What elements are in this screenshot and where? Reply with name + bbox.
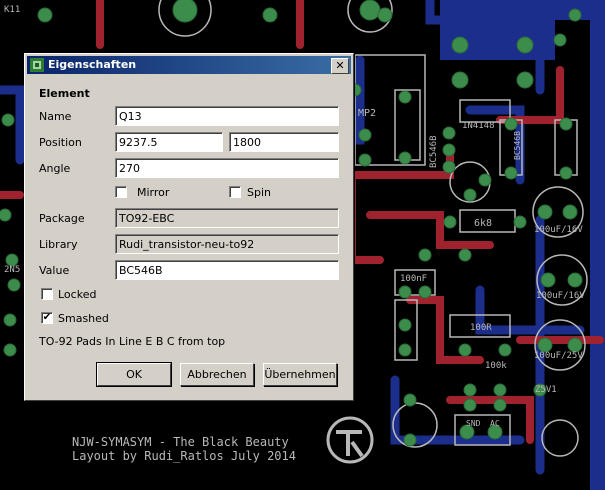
svg-text:100uF/16V: 100uF/16V xyxy=(534,225,583,235)
package-field xyxy=(115,208,339,228)
section-heading-element: Element xyxy=(39,87,90,100)
package-label: Package xyxy=(39,212,85,225)
position-label: Position xyxy=(39,136,82,149)
svg-text:100k: 100k xyxy=(485,361,507,371)
name-input[interactable] xyxy=(115,106,339,126)
mirror-label: Mirror xyxy=(137,186,170,199)
library-label: Library xyxy=(39,238,78,251)
svg-text:1N4148: 1N4148 xyxy=(462,121,495,131)
position-x-input[interactable] xyxy=(115,132,223,152)
value-input[interactable] xyxy=(115,260,339,280)
svg-text:100uF/25V: 100uF/25V xyxy=(534,351,583,361)
close-icon: ✕ xyxy=(335,59,345,72)
name-label: Name xyxy=(39,110,72,123)
dialog-title-bar[interactable]: Eigenschaften ✕ xyxy=(27,56,351,74)
value-label: Value xyxy=(39,264,70,277)
svg-text:K11: K11 xyxy=(4,5,20,15)
angle-label: Angle xyxy=(39,162,71,175)
mirror-checkbox[interactable] xyxy=(115,186,127,198)
svg-text:MP2: MP2 xyxy=(358,108,376,119)
smashed-label: Smashed xyxy=(58,312,109,325)
svg-text:BC546B: BC546B xyxy=(513,131,522,160)
board-title: NJW-SYMASYM - The Black Beauty xyxy=(72,435,289,449)
svg-text:100R: 100R xyxy=(470,323,492,333)
svg-text:AC: AC xyxy=(490,419,500,428)
board-credit: Layout by Rudi_Ratlos July 2014 xyxy=(72,449,296,463)
package-description: TO-92 Pads In Line E B C from top xyxy=(39,335,226,348)
locked-label: Locked xyxy=(58,288,97,301)
svg-text:6k8: 6k8 xyxy=(474,218,492,229)
spin-label: Spin xyxy=(247,186,271,199)
board-logo xyxy=(326,416,374,464)
ok-button[interactable]: OK xyxy=(96,362,172,387)
svg-text:BC546B: BC546B xyxy=(429,135,439,168)
eagle-app-icon xyxy=(30,58,44,72)
library-field xyxy=(115,234,339,254)
svg-text:100nF: 100nF xyxy=(400,274,427,284)
cancel-button[interactable]: Abbrechen xyxy=(180,363,254,386)
dialog-title: Eigenschaften xyxy=(48,58,137,71)
checkmark-icon: ✔ xyxy=(42,312,52,323)
svg-text:100uF/16V: 100uF/16V xyxy=(536,291,585,301)
spin-checkbox[interactable] xyxy=(229,186,241,198)
properties-dialog: Eigenschaften ✕ Element Name Position An… xyxy=(24,53,354,401)
position-y-input[interactable] xyxy=(229,132,339,152)
close-button[interactable]: ✕ xyxy=(331,58,349,74)
apply-button[interactable]: Übernehmen xyxy=(263,363,337,386)
angle-input[interactable] xyxy=(115,158,339,178)
svg-text:SND: SND xyxy=(466,419,481,428)
svg-text:2N5: 2N5 xyxy=(4,265,20,275)
locked-checkbox[interactable] xyxy=(41,288,53,300)
smashed-checkbox[interactable]: ✔ xyxy=(41,312,53,324)
svg-text:Z5V1: Z5V1 xyxy=(535,385,557,395)
